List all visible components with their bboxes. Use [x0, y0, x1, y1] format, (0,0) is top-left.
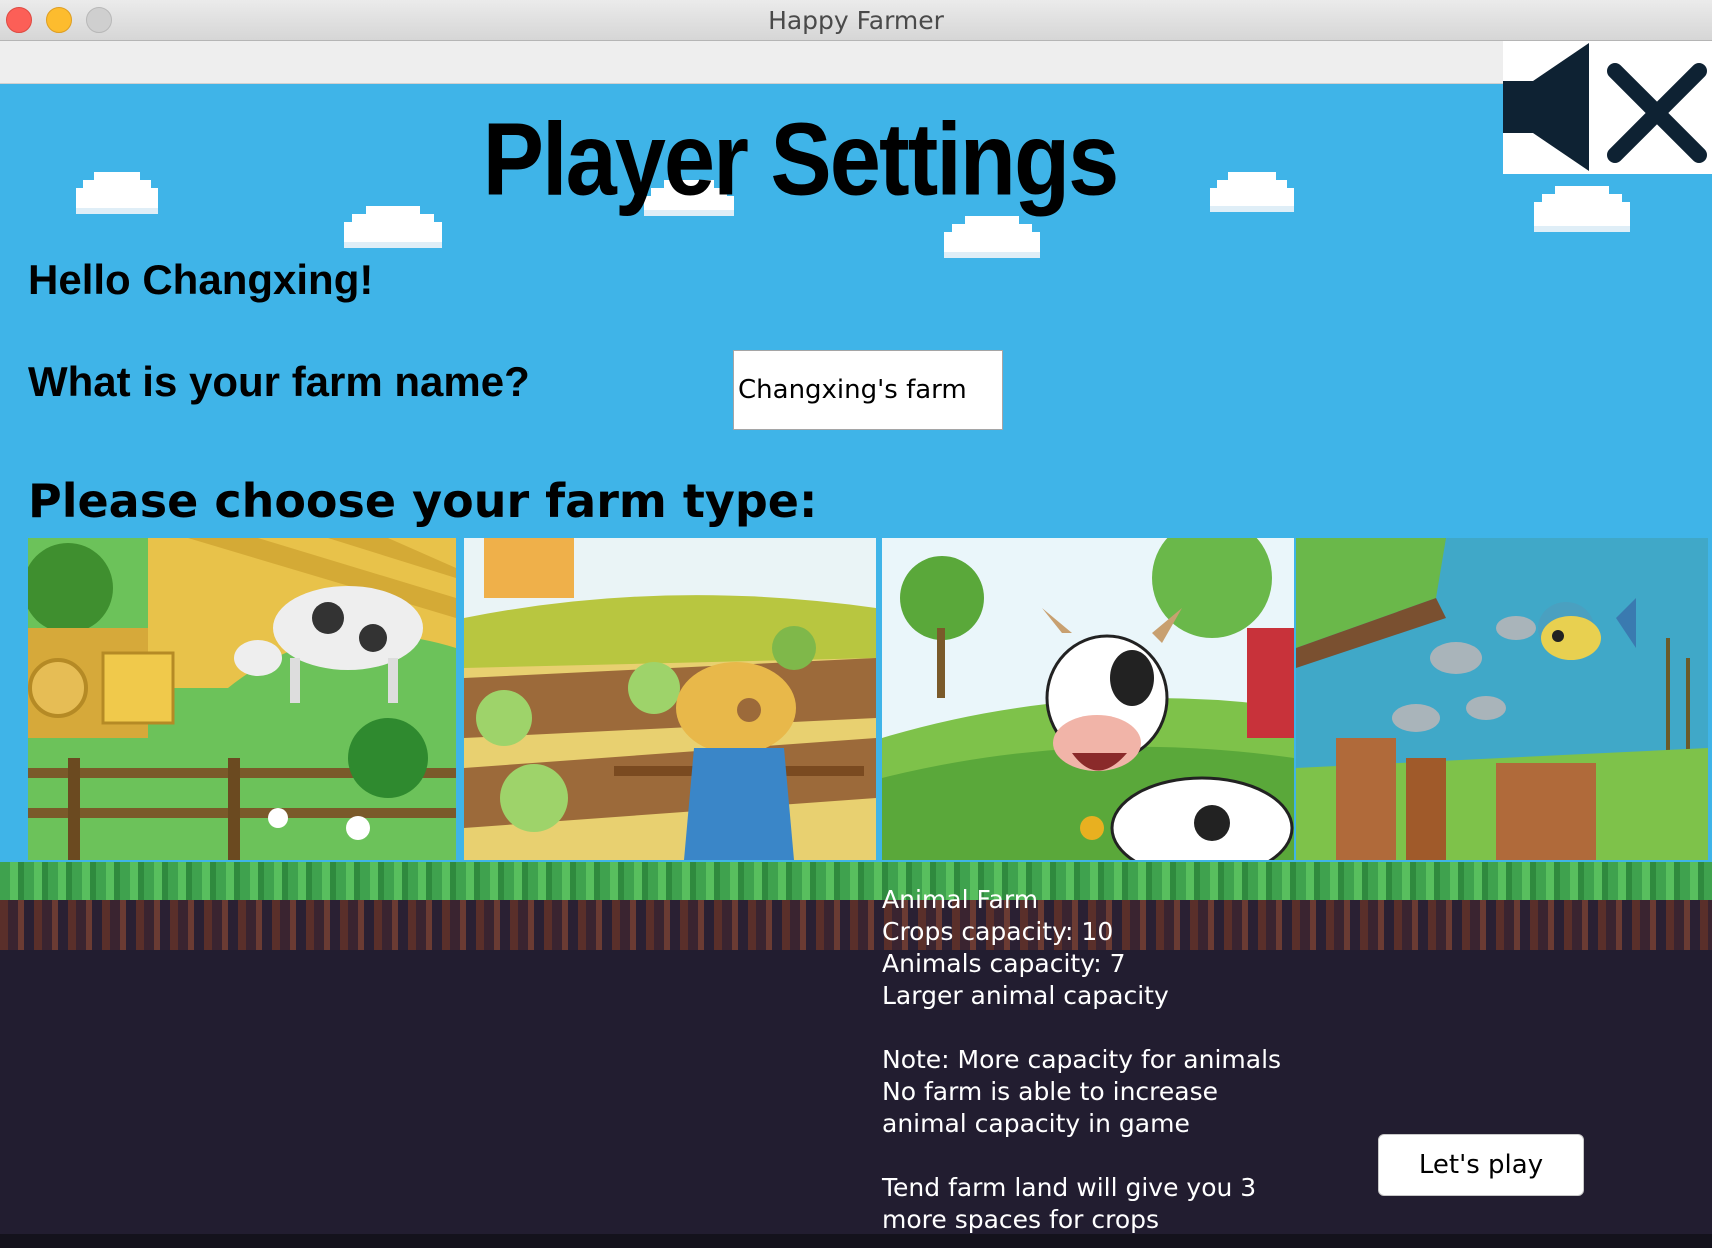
cartoon-cow-animal-farm-image [882, 538, 1294, 860]
farm-description: Animal Farm Crops capacity: 10 Animals cap… [882, 884, 1281, 1236]
cloud-decoration [344, 206, 442, 248]
speaker-muted-icon [1503, 43, 1707, 171]
farm-option-animal[interactable] [882, 538, 1294, 860]
fish-pond-farm-image [1296, 538, 1708, 860]
farm-type-label: Please choose your farm type: [28, 474, 818, 528]
lets-play-button[interactable]: Let's play [1378, 1134, 1584, 1196]
scarecrow-crop-farm-image [464, 538, 876, 860]
description-line [882, 1140, 1281, 1172]
farm-name-label: What is your farm name? [28, 358, 530, 405]
window-titlebar: Happy Farmer [0, 0, 1712, 41]
farm-option-fish[interactable] [1296, 538, 1708, 860]
pixel-grass-strip [0, 862, 1712, 900]
description-line: Animals capacity: 7 [882, 949, 1126, 978]
description-line: Larger animal capacity [882, 981, 1169, 1010]
cow-grazing-farm-image [28, 538, 456, 860]
window-bottom-edge [0, 1234, 1712, 1248]
greeting-label: Hello Changxing! [28, 256, 374, 303]
mute-button[interactable] [1503, 41, 1712, 174]
dark-ground [0, 950, 1712, 1248]
farm-option-cow-grazing[interactable] [28, 538, 456, 860]
description-line: Note: More capacity for animals [882, 1045, 1282, 1074]
description-line: Tend farm land will give you 3 [882, 1173, 1257, 1202]
farm-option-crop[interactable] [464, 538, 876, 860]
window-menu-strip [0, 41, 1712, 84]
description-line: Crops capacity: 10 [882, 917, 1114, 946]
description-line: No farm is able to increase [882, 1077, 1218, 1106]
description-line [882, 1012, 1281, 1044]
pixel-dirt-strip [0, 900, 1712, 950]
farm-name-input[interactable] [733, 350, 1003, 430]
description-line: more spaces for crops [882, 1205, 1160, 1234]
description-line: animal capacity in game [882, 1109, 1190, 1138]
cloud-decoration [944, 216, 1040, 258]
page-title: Player Settings [482, 102, 1120, 218]
description-line: Animal Farm [882, 885, 1039, 914]
window-title: Happy Farmer [768, 6, 944, 35]
